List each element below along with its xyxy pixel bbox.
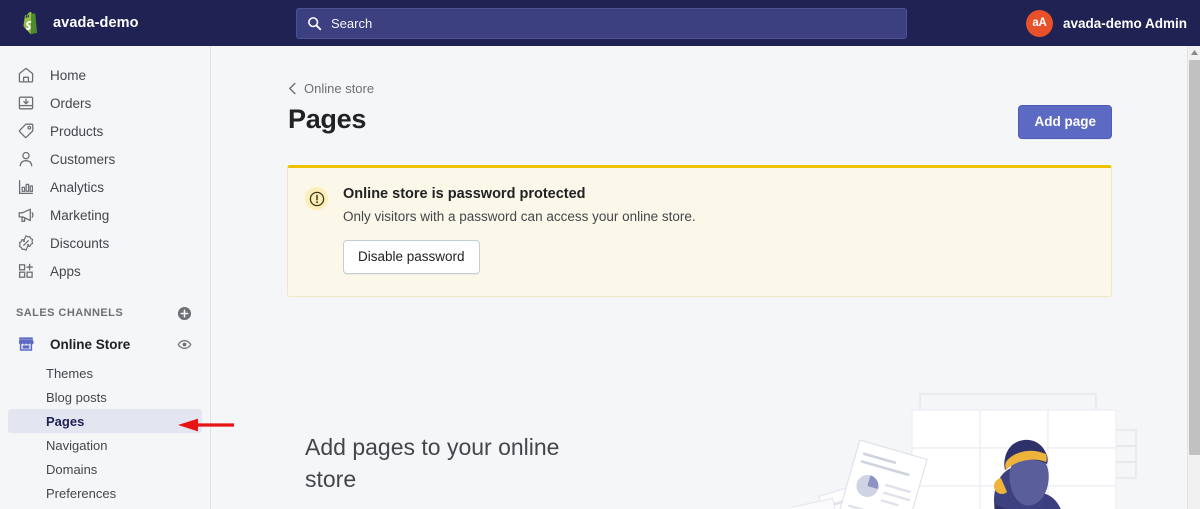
sales-channels-header: SALES CHANNELS	[8, 301, 202, 325]
customers-person-icon	[19, 151, 33, 167]
sidebar-item-label: Online Store	[50, 336, 131, 352]
sidebar-item-discounts[interactable]: Discounts	[8, 229, 202, 257]
store-name: avada-demo	[53, 15, 139, 31]
sidebar-item-apps[interactable]: Apps	[8, 257, 202, 285]
analytics-bar-chart-icon	[18, 179, 34, 195]
person-with-documents-illustration	[792, 393, 1137, 509]
sidebar-item-orders[interactable]: Orders	[8, 89, 202, 117]
avatar: aA	[1025, 9, 1053, 37]
warning-exclamation-icon	[305, 187, 328, 210]
breadcrumb-label: Online store	[304, 81, 375, 96]
sidebar-item-online-store[interactable]: Online Store	[8, 329, 202, 359]
sidebar-item-navigation[interactable]: Navigation	[8, 433, 202, 457]
search-placeholder: Search	[331, 16, 373, 31]
sidebar-item-preferences[interactable]: Preferences	[8, 481, 202, 505]
sidebar-item-customers[interactable]: Customers	[8, 145, 202, 173]
exclamation-circle-icon	[309, 191, 324, 206]
sidebar-item-blog-posts[interactable]: Blog posts	[8, 385, 202, 409]
search-icon	[308, 17, 322, 31]
discounts-percent-icon	[18, 235, 34, 251]
disable-password-button[interactable]: Disable password	[343, 240, 480, 274]
sidebar-item-label: Navigation	[46, 437, 108, 453]
banner-title: Online store is password protected	[343, 186, 586, 202]
chevron-left-icon	[289, 82, 296, 95]
sales-channels-title: SALES CHANNELS	[16, 307, 124, 319]
vertical-scrollbar[interactable]	[1187, 46, 1200, 509]
page-title: Pages	[288, 104, 367, 134]
empty-state-heading: Add pages to your online store	[305, 434, 560, 492]
home-icon	[18, 67, 34, 83]
breadcrumb[interactable]: Online store	[288, 81, 374, 96]
sidebar-item-label: Domains	[46, 461, 98, 477]
sidebar-item-label: Preferences	[46, 485, 117, 501]
sidebar-item-analytics[interactable]: Analytics	[8, 173, 202, 201]
sidebar-item-themes[interactable]: Themes	[8, 361, 202, 385]
search-container[interactable]: Search	[296, 8, 907, 39]
eye-icon[interactable]	[177, 337, 192, 352]
sidebar-item-products[interactable]: Products	[8, 117, 202, 145]
add-page-button[interactable]: Add page	[1018, 105, 1112, 139]
products-tag-icon	[18, 123, 34, 139]
online-store-icon	[18, 337, 34, 351]
shopify-bag-icon	[23, 12, 38, 35]
sidebar-item-label: Apps	[50, 263, 81, 279]
sidebar-item-label: Blog posts	[46, 389, 107, 405]
sidebar-item-label: Themes	[46, 365, 93, 381]
sidebar-item-label: Discounts	[50, 235, 110, 251]
sidebar-item-label: Marketing	[50, 207, 110, 223]
user-menu[interactable]: aA avada-demo Admin	[1025, 0, 1187, 46]
sidebar-item-label: Pages	[46, 413, 85, 429]
sidebar-item-label: Customers	[50, 151, 116, 167]
sidebar-item-label: Home	[50, 67, 87, 83]
user-name: avada-demo Admin	[1062, 15, 1187, 31]
password-protected-banner: Online store is password protected Only …	[287, 165, 1112, 297]
orders-icon	[18, 96, 34, 110]
brand-home-link[interactable]: avada-demo	[0, 0, 211, 46]
sidebar: Home Orders Products Customers Analytics…	[0, 46, 211, 509]
sidebar-item-label: Products	[50, 123, 104, 139]
main-content: Online store Pages Add page Online store…	[212, 46, 1188, 509]
banner-description: Only visitors with a password can access…	[343, 209, 696, 224]
marketing-megaphone-icon	[18, 208, 34, 222]
circle-plus-icon[interactable]	[177, 306, 192, 321]
sidebar-item-home[interactable]: Home	[8, 61, 202, 89]
sidebar-item-marketing[interactable]: Marketing	[8, 201, 202, 229]
sidebar-item-label: Analytics	[50, 179, 105, 195]
sidebar-item-pages[interactable]: Pages	[8, 409, 202, 433]
search-input[interactable]: Search	[296, 8, 907, 39]
red-arrow-annotation	[178, 418, 234, 432]
apps-grid-plus-icon	[18, 263, 33, 278]
top-bar: avada-demo Search aA avada-demo Admin	[0, 0, 1200, 46]
sidebar-item-label: Orders	[50, 95, 92, 111]
sidebar-item-domains[interactable]: Domains	[8, 457, 202, 481]
scroll-up-arrow-icon[interactable]	[1188, 46, 1200, 59]
scrollbar-thumb[interactable]	[1189, 60, 1200, 455]
